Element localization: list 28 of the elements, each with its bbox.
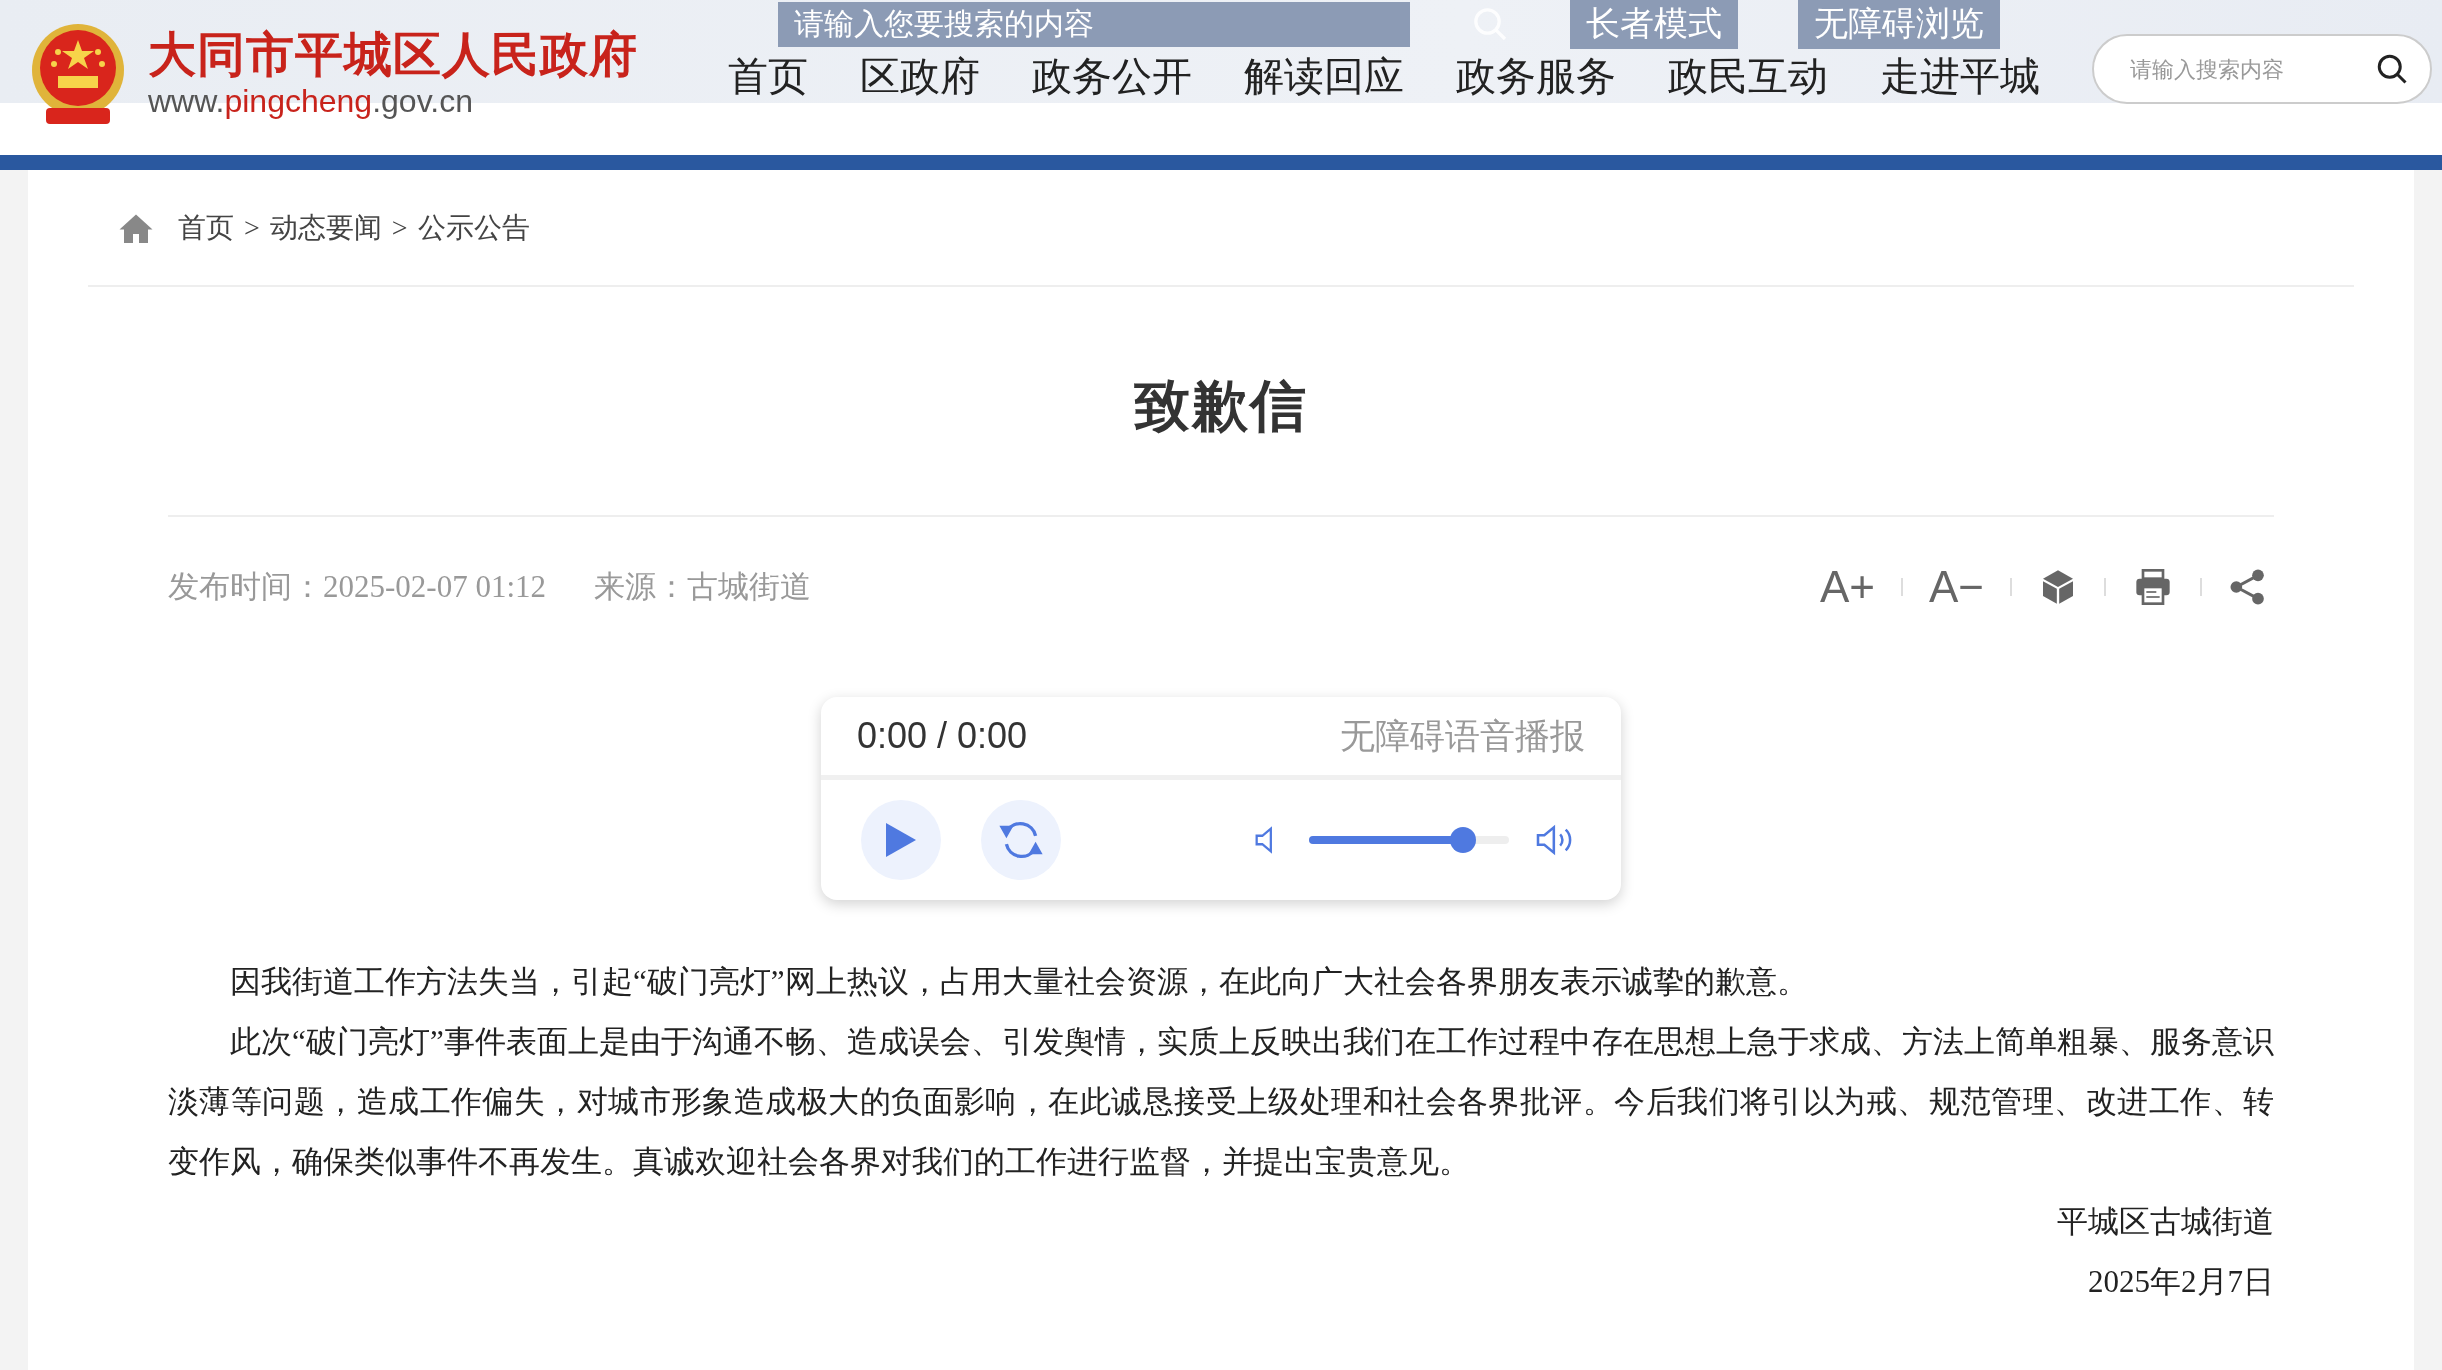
font-size-button[interactable]: A+ — [1819, 562, 1875, 612]
site-url: www.pingcheng.gov.cn — [148, 82, 474, 120]
nav-item[interactable]: 政务公开 — [1032, 48, 1192, 104]
article-paragraph: 此次“破门亮灯”事件表面上是由于沟通不畅、造成误会、引发舆情，实质上反映出我们在工作过程中存在思想上急于求成、方法上简单粗暴、服务意识淡薄等问题，造成工作偏失，对城市形象造成极大的负面影响，在此诚恳接受上级处理和社会各界批评。今后我们将引以为戒、规范管理、改进工作、转变作风，确保类似事件不再发生。真诚欢迎社会各界对我们的工作进行监督，并提出宝贵意见。 — [168, 1023, 2274, 1181]
font-size-button[interactable]: A− — [1928, 562, 1984, 612]
breadcrumb-link[interactable]: 首页 — [178, 208, 234, 247]
nav-item[interactable]: 政务服务 — [1456, 48, 1616, 104]
time-display: 0:00 / 0:00 — [857, 715, 1028, 757]
site-name: 大同市平城区人民政府 — [148, 30, 638, 81]
signature: 平城区古城街道 — [2056, 1203, 2274, 1241]
article-paragraph: 因我街道工作方法失当，引起“破门亮灯”网上热议，占用大量社会资源，在此向广大社会各界朋友表示诚挚的歉意。 — [229, 963, 1809, 1001]
nav-item[interactable]: 首页 — [728, 48, 808, 104]
search-field[interactable]: 请输入搜索内容 — [2092, 34, 2432, 104]
play-icon — [884, 821, 918, 859]
volume-slider[interactable] — [1309, 827, 1509, 853]
breadcrumb-separator: > — [391, 211, 408, 244]
article-title: 致歉信 — [1133, 374, 1309, 439]
nav-item[interactable]: 区政府 — [860, 48, 980, 104]
player-label: 无障碍语音播报 — [1340, 715, 1585, 758]
breadcrumb-link[interactable]: 公示公告 — [417, 208, 530, 247]
nav-item[interactable]: 走进平城 — [1880, 48, 2040, 104]
signature-date: 2025年2月7日 — [2087, 1263, 2274, 1301]
breadcrumb-separator: > — [244, 211, 260, 244]
article-source: 来源：古城街道 — [594, 568, 811, 606]
publish-time: 发布时间：2025-02-07 01:12 — [168, 568, 546, 606]
nav-item[interactable]: 政民互动 — [1668, 48, 1828, 104]
nav-item[interactable]: 解读回应 — [1244, 48, 1404, 104]
breadcrumb-link[interactable]: 动态要闻 — [269, 208, 382, 247]
